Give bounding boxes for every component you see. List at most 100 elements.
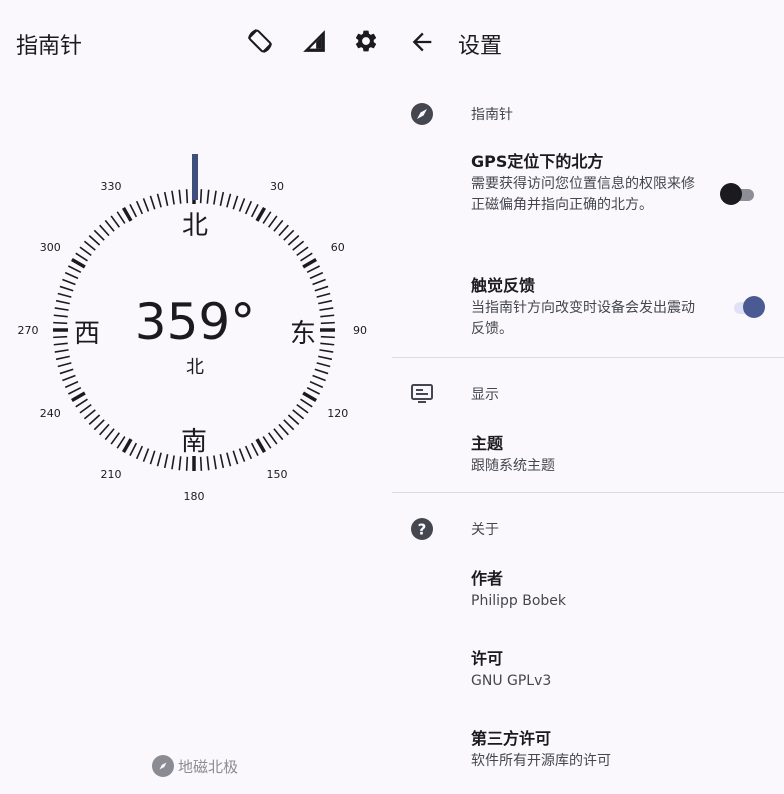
pref-theme[interactable]: 主题 跟随系统主题 — [471, 433, 771, 477]
minor-tick — [53, 342, 68, 346]
minor-tick — [185, 189, 189, 204]
minor-tick — [55, 299, 70, 305]
minor-tick — [178, 189, 182, 204]
pref-third-party[interactable]: 第三方许可 软件所有开源库的许可 — [471, 728, 771, 772]
degree-label-300: 300 — [40, 241, 61, 254]
minor-tick — [59, 285, 74, 292]
help-icon: ? — [410, 517, 434, 541]
compass-pane: 指南针 3060901201501802102402703003300 北 东 … — [0, 0, 392, 794]
minor-tick — [55, 355, 70, 361]
minor-tick — [250, 204, 259, 218]
minor-tick — [68, 386, 82, 395]
pref-license[interactable]: 许可 GNU GPLv3 — [471, 648, 771, 692]
pref-title-third-party: 第三方许可 — [471, 729, 552, 748]
divider — [392, 357, 784, 358]
minor-tick — [110, 432, 120, 445]
minor-tick — [262, 436, 272, 449]
back-arrow-icon[interactable] — [408, 28, 436, 56]
minor-tick — [232, 450, 239, 465]
heading-direction: 北 — [186, 357, 204, 378]
minor-tick — [283, 419, 295, 431]
minor-tick — [135, 200, 144, 215]
major-tick — [121, 207, 133, 222]
minor-tick — [278, 423, 289, 436]
minor-tick — [319, 349, 334, 353]
minor-tick — [116, 211, 126, 224]
degree-label-150: 150 — [267, 468, 288, 481]
minor-tick — [232, 195, 239, 210]
section-display: 显示 — [392, 374, 784, 414]
minor-tick — [273, 428, 284, 441]
pref-haptic[interactable]: 触觉反馈 当指南针方向改变时设备会发出震动反馈。 — [471, 275, 701, 340]
major-tick — [255, 438, 267, 453]
minor-tick — [320, 321, 335, 325]
minor-tick — [88, 235, 101, 246]
minor-tick — [64, 380, 79, 389]
minor-tick — [129, 204, 138, 218]
cardinal-north: 北 — [182, 211, 208, 241]
display-settings-icon — [410, 382, 434, 406]
minor-tick — [163, 454, 169, 469]
compass-icon — [410, 102, 434, 126]
minor-tick — [273, 219, 284, 232]
minor-tick — [156, 452, 162, 467]
degree-label-270: 270 — [18, 324, 39, 337]
minor-tick — [206, 456, 210, 471]
degree-label-90: 90 — [353, 324, 367, 337]
minor-tick — [83, 240, 96, 251]
pref-title-author: 作者 — [471, 569, 504, 588]
minor-tick — [278, 224, 289, 237]
degree-label-330: 330 — [101, 180, 122, 193]
pref-author[interactable]: 作者 Philipp Bobek — [471, 568, 771, 612]
minor-tick — [185, 456, 189, 471]
minor-tick — [75, 398, 88, 408]
minor-tick — [110, 215, 120, 228]
heading-needle — [192, 154, 198, 200]
minor-tick — [292, 409, 305, 420]
settings-title: 设置 — [458, 34, 503, 59]
minor-tick — [171, 455, 175, 470]
signal-icon[interactable] — [299, 26, 329, 56]
haptic-toggle-thumb — [743, 296, 765, 318]
degree-label-210: 210 — [101, 468, 122, 481]
pref-sub-author: Philipp Bobek — [471, 593, 566, 609]
minor-tick — [244, 445, 253, 460]
minor-tick — [57, 362, 72, 368]
minor-tick — [59, 368, 74, 375]
pref-title-license: 许可 — [471, 649, 504, 668]
minor-tick — [300, 398, 313, 408]
magnetic-north-indicator: 地磁北极 — [152, 755, 238, 777]
minor-tick — [83, 409, 96, 420]
section-compass: 指南针 — [392, 94, 784, 134]
minor-tick — [199, 189, 203, 204]
minor-tick — [219, 191, 225, 206]
heading-value: 359° — [135, 293, 255, 351]
gear-icon[interactable] — [351, 26, 381, 56]
minor-tick — [306, 386, 320, 395]
minor-tick — [57, 292, 72, 298]
minor-tick — [178, 456, 182, 471]
gps-toggle-thumb — [720, 183, 742, 205]
app-title: 指南针 — [16, 34, 83, 59]
screen-rotation-icon[interactable] — [245, 26, 275, 56]
minor-tick — [320, 314, 335, 318]
minor-tick — [213, 455, 217, 470]
pref-title-theme: 主题 — [471, 434, 504, 453]
haptic-toggle[interactable] — [730, 296, 766, 318]
pref-gps-north[interactable]: GPS定位下的北方 需要获得访问您位置信息的权限来修正磁偏角并指向正确的北方。 — [471, 151, 701, 216]
minor-tick — [79, 246, 92, 256]
minor-tick — [309, 380, 324, 389]
minor-tick — [116, 436, 126, 449]
minor-tick — [319, 307, 334, 311]
minor-tick — [318, 355, 333, 361]
minor-tick — [104, 428, 115, 441]
minor-tick — [316, 292, 331, 298]
section-label-compass: 指南针 — [471, 107, 513, 123]
minor-tick — [53, 321, 68, 325]
major-tick — [302, 257, 317, 269]
minor-tick — [62, 374, 76, 382]
gps-toggle[interactable] — [720, 183, 756, 205]
minor-tick — [306, 265, 320, 274]
minor-tick — [68, 265, 82, 274]
pref-sub-license: GNU GPLv3 — [471, 673, 552, 689]
